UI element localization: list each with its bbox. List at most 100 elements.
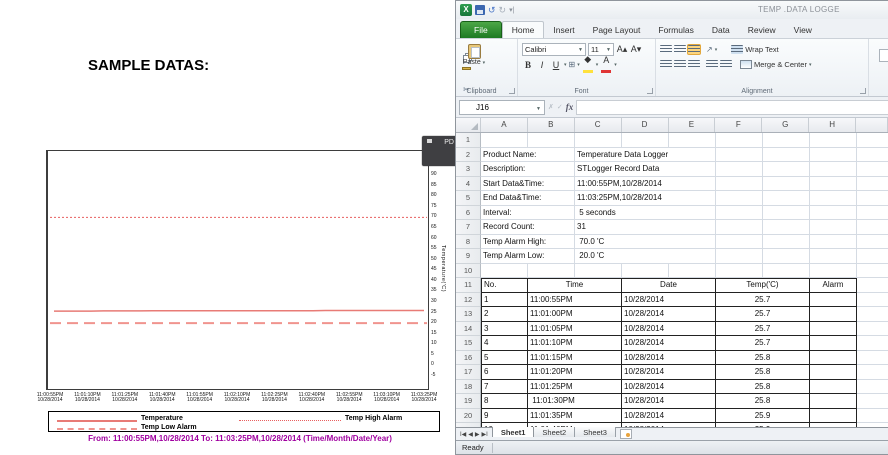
cell[interactable] xyxy=(857,133,888,148)
table-header-cell[interactable]: Temp('C) xyxy=(716,278,810,293)
qat-customize-icon[interactable]: ▾| xyxy=(509,6,514,14)
info-value-cell[interactable]: 5 seconds xyxy=(575,206,716,221)
column-header-D[interactable]: D xyxy=(622,118,669,132)
fill-color-button[interactable]: ◆ xyxy=(582,54,594,75)
table-data-cell[interactable]: 10/28/2014 xyxy=(622,380,716,395)
cell[interactable] xyxy=(763,264,810,279)
table-data-cell[interactable]: 10/28/2014 xyxy=(622,293,716,308)
cell[interactable] xyxy=(810,148,857,163)
table-data-cell[interactable]: 9 xyxy=(481,409,528,424)
row-number[interactable]: 3 xyxy=(456,162,481,177)
table-data-cell[interactable] xyxy=(810,307,857,322)
cell[interactable] xyxy=(763,249,810,264)
column-header-B[interactable]: B xyxy=(528,118,575,132)
tab-insert[interactable]: Insert xyxy=(544,22,583,38)
cell[interactable] xyxy=(575,264,622,279)
table-data-cell[interactable]: 4 xyxy=(481,336,528,351)
column-header-A[interactable]: A xyxy=(481,118,528,132)
info-label-cell[interactable]: Product Name: xyxy=(481,148,575,163)
cell[interactable] xyxy=(857,278,888,293)
table-data-cell[interactable]: 11:01:00PM xyxy=(528,307,622,322)
excel-logo-icon[interactable]: X xyxy=(460,4,472,16)
name-box[interactable]: J16 ▼ xyxy=(459,100,545,115)
cell[interactable] xyxy=(716,177,763,192)
table-data-cell[interactable] xyxy=(810,293,857,308)
font-color-button[interactable]: A xyxy=(600,55,612,75)
borders-button[interactable]: ⊞ xyxy=(569,60,576,69)
cell[interactable] xyxy=(669,133,716,148)
cell[interactable] xyxy=(857,322,888,337)
tab-view[interactable]: View xyxy=(785,22,821,38)
table-data-cell[interactable] xyxy=(810,351,857,366)
cell[interactable] xyxy=(716,249,763,264)
cell[interactable] xyxy=(857,293,888,308)
table-header-cell[interactable]: No. xyxy=(481,278,528,293)
column-header-E[interactable]: E xyxy=(669,118,716,132)
orientation-button[interactable]: ↗ xyxy=(706,45,713,54)
row-number[interactable]: 13 xyxy=(456,307,481,322)
table-data-cell[interactable]: 25.7 xyxy=(716,336,810,351)
table-data-cell[interactable]: 1 xyxy=(481,293,528,308)
row-number[interactable]: 10 xyxy=(456,264,481,279)
cell[interactable] xyxy=(810,220,857,235)
cell[interactable] xyxy=(716,191,763,206)
cell[interactable] xyxy=(857,148,888,163)
table-data-cell[interactable]: 25.8 xyxy=(716,351,810,366)
column-header-H[interactable]: H xyxy=(809,118,856,132)
cell[interactable] xyxy=(481,133,528,148)
cell[interactable] xyxy=(810,162,857,177)
cell[interactable] xyxy=(857,307,888,322)
align-right-button[interactable] xyxy=(688,60,700,69)
align-top-button[interactable] xyxy=(660,45,672,54)
cell[interactable] xyxy=(716,133,763,148)
increase-indent-button[interactable] xyxy=(720,60,732,69)
cell[interactable] xyxy=(810,235,857,250)
first-sheet-icon[interactable]: I◀ xyxy=(460,431,466,438)
row-number[interactable]: 17 xyxy=(456,365,481,380)
underline-dropdown-icon[interactable]: ▾ xyxy=(564,62,567,68)
row-number[interactable]: 15 xyxy=(456,336,481,351)
cell[interactable] xyxy=(857,162,888,177)
cell[interactable] xyxy=(716,148,763,163)
row-number[interactable]: 8 xyxy=(456,235,481,250)
cell[interactable] xyxy=(716,264,763,279)
table-data-cell[interactable]: 25.9 xyxy=(716,423,810,427)
cell[interactable] xyxy=(622,264,669,279)
table-header-cell[interactable]: Time xyxy=(528,278,622,293)
info-value-cell[interactable]: 11:00:55PM,10/28/2014 xyxy=(575,177,716,192)
table-data-cell[interactable]: 11:01:05PM xyxy=(528,322,622,337)
cell[interactable] xyxy=(857,235,888,250)
cell[interactable] xyxy=(857,249,888,264)
cell[interactable] xyxy=(716,220,763,235)
alignment-dialog-launcher-icon[interactable] xyxy=(860,88,866,94)
cell[interactable] xyxy=(528,264,575,279)
table-data-cell[interactable]: 8 xyxy=(481,394,528,409)
info-label-cell[interactable]: Record Count: xyxy=(481,220,575,235)
row-number[interactable]: 9 xyxy=(456,249,481,264)
align-left-button[interactable] xyxy=(660,60,672,69)
number-format-box-partial[interactable] xyxy=(879,49,888,62)
next-sheet-icon[interactable]: ▶ xyxy=(475,431,480,438)
table-data-cell[interactable]: 10 xyxy=(481,423,528,427)
cell[interactable] xyxy=(857,336,888,351)
bold-button[interactable]: B xyxy=(522,60,534,70)
table-data-cell[interactable] xyxy=(810,423,857,427)
tab-formulas[interactable]: Formulas xyxy=(649,22,702,38)
cell[interactable] xyxy=(763,191,810,206)
grow-font-button[interactable]: A▴ xyxy=(616,44,628,55)
cell[interactable] xyxy=(763,133,810,148)
row-number[interactable]: 18 xyxy=(456,380,481,395)
overlay-pd-badge[interactable]: PD xyxy=(422,136,458,166)
info-label-cell[interactable]: End Data&Time: xyxy=(481,191,575,206)
cell[interactable] xyxy=(857,220,888,235)
row-number[interactable]: 16 xyxy=(456,351,481,366)
table-data-cell[interactable]: 10/28/2014 xyxy=(622,351,716,366)
italic-button[interactable]: I xyxy=(536,60,548,70)
table-data-cell[interactable]: 25.8 xyxy=(716,365,810,380)
table-data-cell[interactable]: 25.7 xyxy=(716,293,810,308)
cell[interactable] xyxy=(857,380,888,395)
table-header-cell[interactable]: Date xyxy=(622,278,716,293)
row-number[interactable]: 7 xyxy=(456,220,481,235)
row-number[interactable]: 2 xyxy=(456,148,481,163)
table-data-cell[interactable]: 11:01:25PM xyxy=(528,380,622,395)
